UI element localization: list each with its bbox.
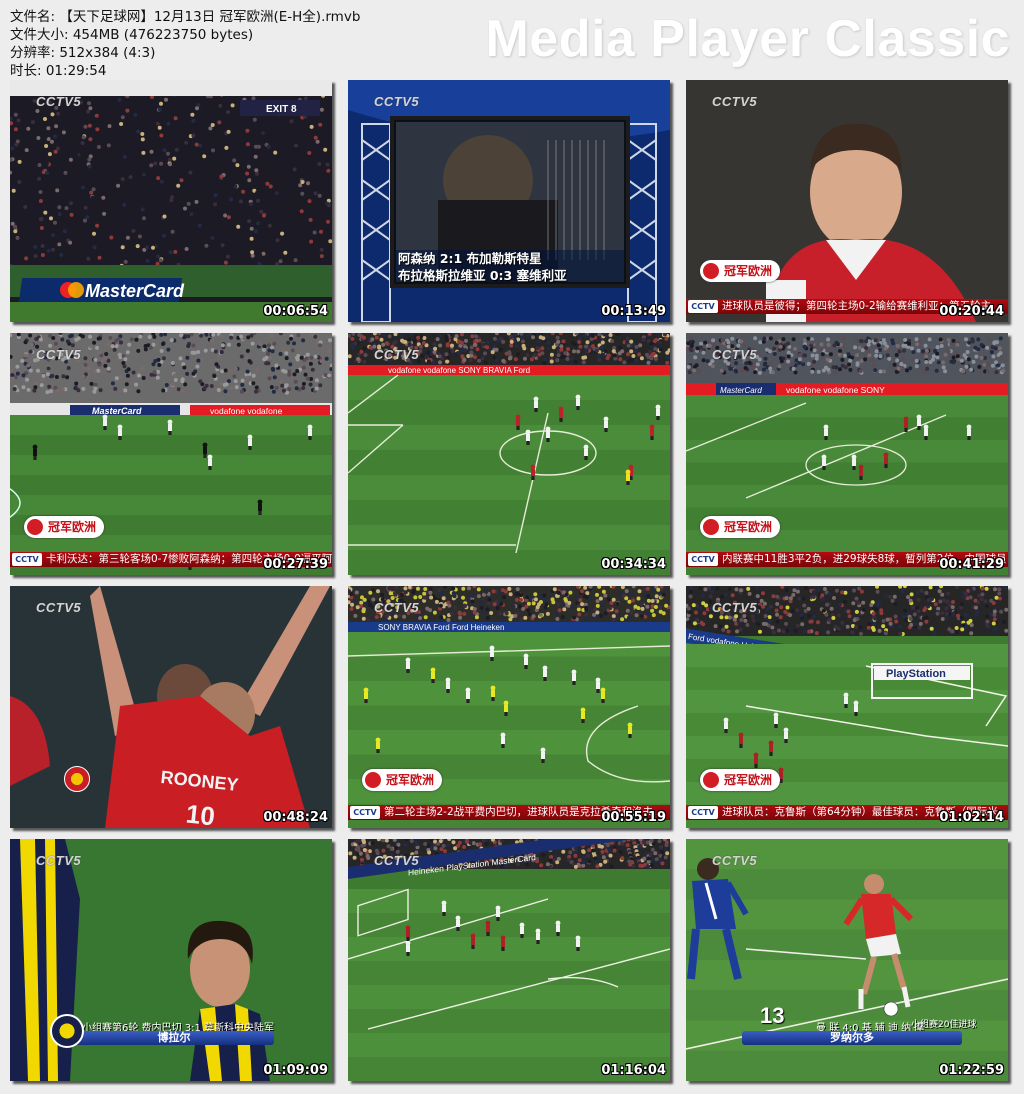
timestamp: 00:06:54 [263,304,328,319]
cctv-sports-logo: CCTV [688,806,718,819]
program-badge: 冠军欧洲 [700,260,781,282]
frame-image: EXIT 8 MasterCard [10,80,332,322]
timestamp: 01:02:14 [939,810,1004,825]
svg-text:10: 10 [184,799,216,828]
timestamp: 00:27:39 [263,557,328,572]
video-resolution: 分辨率: 512x384 (4:3) [10,45,156,61]
frame-image [348,80,670,322]
channel-logo: CCTV5 [712,600,758,615]
video-thumbnail[interactable]: vodafone vodafone SONY BRAVIA Ford CCTV5… [348,333,670,575]
player-name-bar: 博拉尔 [74,1031,274,1045]
video-thumbnail[interactable]: CCTV5 13 小组赛20佳进球曼 联 4:0 基 辅 迪 纳 摩罗纳尔多 01:2… [686,839,1008,1081]
club-crest-icon [64,766,90,792]
svg-text:SONY BRAVIA Ford Ford: SONY BRAVIA Ford Ford Heineken [378,623,504,632]
player-name-bar: 罗纳尔多 [742,1031,962,1045]
timestamp: 00:48:24 [263,810,328,825]
frame-image: SONY BRAVIA Ford Ford Heineken [348,586,670,828]
program-badge: 冠军欧洲 [700,516,781,538]
video-thumbnail[interactable]: CCTV5 冠军欧洲 CCTV 进球队员是彼得；第四轮主场0-2输给赛维利亚；第五轮… [686,80,1008,322]
timestamp: 00:20:44 [939,304,1004,319]
channel-logo: CCTV5 [36,94,82,109]
file-info: 文件名: 【天下足球网】12月13日 冠军欧洲(E-H全).rmvb 文件大小:… [10,8,360,80]
frame-image [686,80,1008,322]
thumb-text-badge: 冠军欧洲 [724,773,773,787]
timestamp: 00:55:19 [601,810,666,825]
cctv-sports-logo: CCTV [688,553,718,566]
frame-image: ROONEY 10 [10,586,332,828]
cctv-sports-logo: CCTV [12,553,42,566]
channel-logo: CCTV5 [374,94,420,109]
thumb-text-line2: 布拉格斯拉维亚 0:3 塞维利亚 [398,268,567,283]
channel-logo: CCTV5 [712,347,758,362]
svg-text:MasterCard: MasterCard [92,406,142,416]
frame-image: vodafone vodafone SONY MasterCard [686,333,1008,575]
thumb-text-badge: 冠军欧洲 [386,773,435,787]
thumb-text-badge: 冠军欧洲 [48,520,97,534]
video-thumbnail[interactable]: EXIT 8 MasterCard CCTV5 00:06:54 [10,80,332,322]
svg-text:vodafone vodafone SONY BRA: vodafone vodafone SONY BRAVIA Ford [388,366,530,375]
svg-text:MasterCard: MasterCard [720,386,762,395]
frame-image: vodafone vodafone SONY BRAVIA Ford [348,333,670,575]
video-thumbnail[interactable]: Ford vodafone Heineken GOLD VOLTA PlaySt… [686,586,1008,828]
frame-image: MasterCard vodafone vodafone [10,333,332,575]
video-thumbnail[interactable]: Heineken PlayStation MasterCard CCTV5 01:… [348,839,670,1081]
frame-image: Heineken PlayStation MasterCard [348,839,670,1081]
video-thumbnail[interactable]: ROONEY 10 CCTV5 00:48:24 [10,586,332,828]
cctv-sports-logo: CCTV [688,300,718,313]
video-thumbnail[interactable]: CCTV5 小组赛第6轮 费内巴切 3:1 莫斯科中央陆军 博拉尔 01:09:09 [10,839,332,1081]
channel-logo: CCTV5 [374,853,420,868]
file-size: 文件大小: 454MB (476223750 bytes) [10,27,254,43]
timestamp: 00:41:29 [939,557,1004,572]
timestamp: 01:09:09 [263,1063,328,1078]
channel-logo: CCTV5 [374,347,420,362]
video-thumbnail[interactable]: CCTV5 阿森纳 2:1 布加勒斯特星布拉格斯拉维亚 0:3 塞维利亚 00:1… [348,80,670,322]
club-crest-icon [50,1014,84,1048]
rank-number: 13 [760,1003,785,1028]
channel-logo: CCTV5 [36,347,82,362]
channel-logo: CCTV5 [712,94,758,109]
video-thumbnail[interactable]: SONY BRAVIA Ford Ford Heineken CCTV5 冠军欧洲… [348,586,670,828]
scoreline-overlay: 阿森纳 2:1 布加勒斯特星布拉格斯拉维亚 0:3 塞维利亚 [398,250,567,284]
timestamp: 00:34:34 [601,557,666,572]
program-badge: 冠军欧洲 [24,516,105,538]
video-duration: 时长: 01:29:54 [10,63,107,79]
svg-text:EXIT 8: EXIT 8 [266,104,297,115]
timestamp: 01:16:04 [601,1063,666,1078]
svg-text:MasterCard: MasterCard [85,281,185,301]
thumb-text-badge: 冠军欧洲 [724,264,773,278]
thumb-text-badge: 冠军欧洲 [724,520,773,534]
svg-text:PlayStation: PlayStation [886,668,946,680]
channel-logo: CCTV5 [36,600,82,615]
video-thumbnail[interactable]: vodafone vodafone SONY MasterCard CCTV5 冠… [686,333,1008,575]
svg-text:vodafone vodafone: vodafone vodafone [210,406,283,416]
channel-logo: CCTV5 [374,600,420,615]
program-badge: 冠军欧洲 [362,769,443,791]
thumb-text-lower2: 罗纳尔多 [830,1031,874,1044]
thumb-text-lower2: 博拉尔 [157,1031,191,1044]
thumb-text-line1: 阿森纳 2:1 布加勒斯特星 [398,251,542,266]
channel-logo: CCTV5 [36,853,82,868]
timestamp: 00:13:49 [601,304,666,319]
channel-logo: CCTV5 [712,853,758,868]
cctv-sports-logo: CCTV [350,806,380,819]
app-brand-watermark: Media Player Classic [485,10,1010,68]
file-name: 文件名: 【天下足球网】12月13日 冠军欧洲(E-H全).rmvb [10,9,361,25]
timestamp: 01:22:59 [939,1063,1004,1078]
program-badge: 冠军欧洲 [700,769,781,791]
video-thumbnail[interactable]: MasterCard vodafone vodafone CCTV5 冠军欧洲 C… [10,333,332,575]
svg-text:vodafone vodafone SONY: vodafone vodafone SONY [786,385,885,395]
frame-image: Ford vodafone Heineken GOLD VOLTA PlaySt… [686,586,1008,828]
